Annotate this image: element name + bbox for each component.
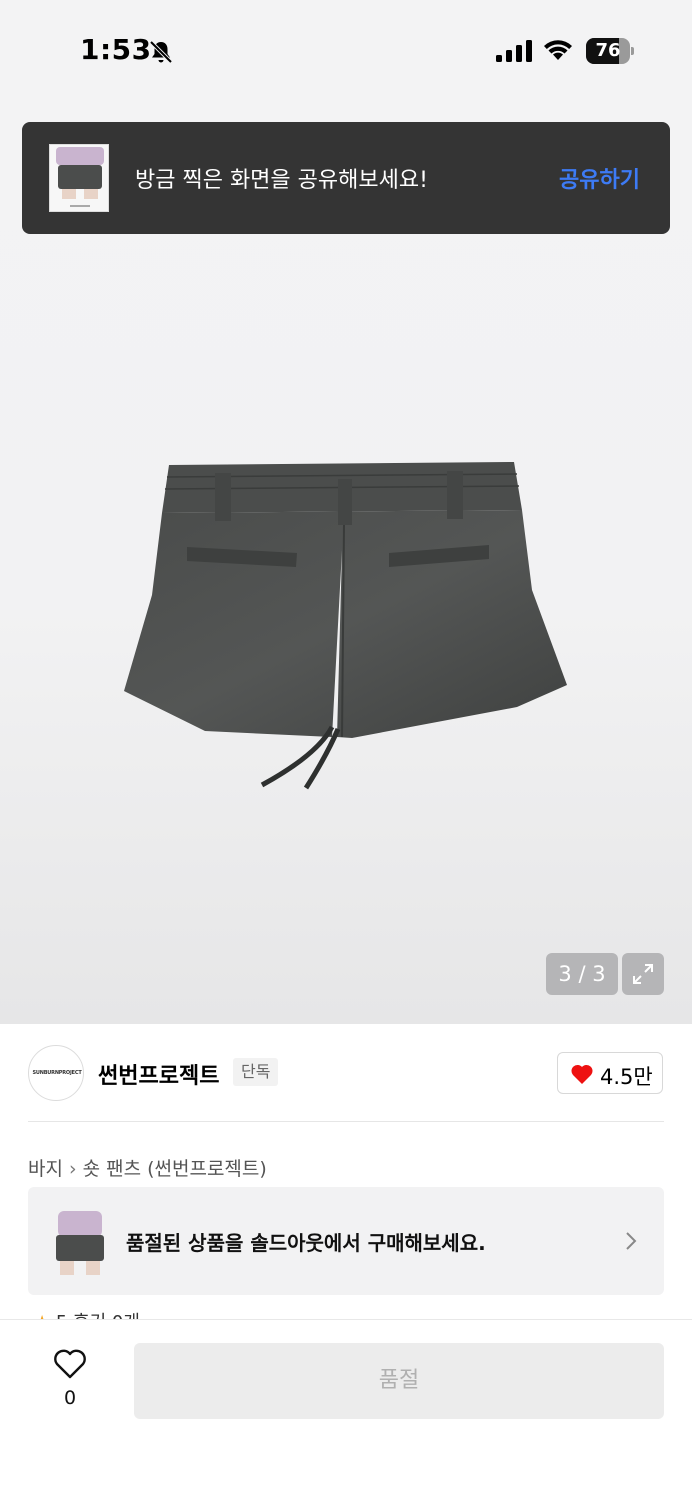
status-bar: 1:53 76 bbox=[0, 0, 692, 100]
exclusive-badge: 단독 bbox=[233, 1058, 279, 1086]
soldout-buy-button[interactable]: 품절 bbox=[134, 1343, 664, 1419]
breadcrumb-subcategory[interactable]: 숏 팬츠 (썬번프로젝트) bbox=[83, 1158, 267, 1180]
battery-percent: 76 bbox=[595, 40, 621, 61]
section-divider bbox=[28, 1121, 664, 1122]
expand-icon bbox=[633, 964, 653, 984]
brand-logo[interactable]: SUNBURNPROJECT bbox=[28, 1045, 84, 1101]
soldout-thumbnail bbox=[52, 1207, 108, 1275]
screenshot-thumbnail bbox=[49, 144, 109, 212]
wish-count: 0 bbox=[63, 1387, 77, 1409]
breadcrumb: 바지 › 숏 팬츠 (썬번프로젝트) bbox=[28, 1154, 267, 1181]
brand-name[interactable]: 썬번프로젝트 bbox=[98, 1058, 219, 1090]
product-photo-shorts-back bbox=[124, 462, 567, 790]
cellular-signal-icon bbox=[496, 40, 532, 62]
chevron-right-icon: › bbox=[68, 1158, 77, 1180]
brand-logo-text: SUNBURNPROJECT bbox=[32, 1070, 82, 1076]
gallery-page-indicator: 3 / 3 bbox=[546, 953, 618, 995]
chevron-right-icon bbox=[626, 1232, 637, 1250]
brand-like-count: 4.5만 bbox=[600, 1065, 653, 1089]
screenshot-share-toast: 방금 찍은 화면을 공유해보세요! 공유하기 bbox=[22, 122, 670, 234]
fullscreen-button[interactable] bbox=[622, 953, 664, 995]
share-button[interactable]: 공유하기 bbox=[559, 162, 640, 194]
soldout-promo-banner[interactable]: 품절된 상품을 솔드아웃에서 구매해보세요. bbox=[28, 1187, 664, 1295]
breadcrumb-category[interactable]: 바지 bbox=[28, 1158, 63, 1180]
battery-indicator: 76 bbox=[586, 38, 634, 64]
brand-like-button[interactable]: 4.5만 bbox=[557, 1052, 663, 1094]
heart-filled-icon bbox=[571, 1064, 593, 1084]
soldout-banner-text: 품절된 상품을 솔드아웃에서 구매해보세요. bbox=[126, 1231, 486, 1255]
heart-outline-icon[interactable] bbox=[52, 1348, 88, 1380]
bell-slash-icon bbox=[149, 40, 173, 64]
status-time: 1:53 bbox=[80, 33, 152, 66]
wifi-icon bbox=[544, 40, 572, 60]
bottom-action-bar: 0 품절 bbox=[0, 1319, 692, 1500]
toast-message: 방금 찍은 화면을 공유해보세요! bbox=[135, 168, 428, 193]
product-image-gallery[interactable]: 3 / 3 bbox=[0, 100, 692, 1024]
